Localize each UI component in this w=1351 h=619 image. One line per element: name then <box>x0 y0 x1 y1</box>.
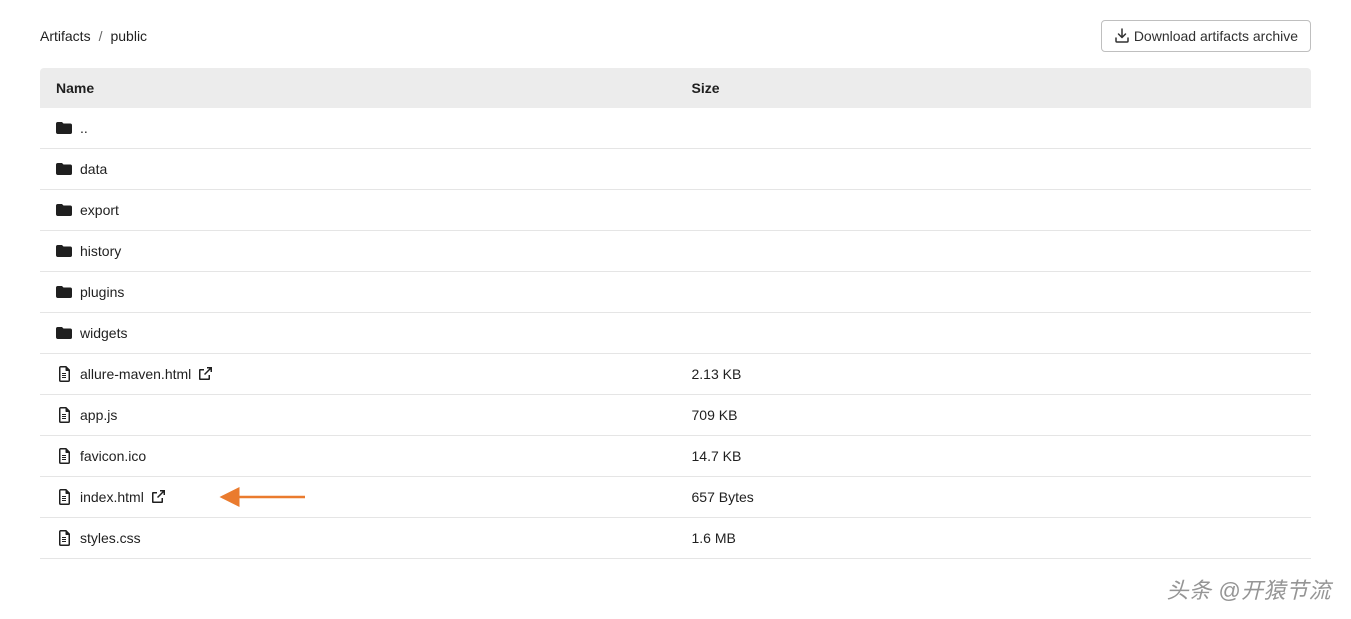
file-link[interactable]: favicon.ico <box>80 448 146 464</box>
file-icon <box>56 489 72 505</box>
file-link[interactable]: app.js <box>80 407 117 423</box>
file-size: 14.7 KB <box>676 436 1312 477</box>
download-artifacts-button[interactable]: Download artifacts archive <box>1101 20 1311 52</box>
watermark: 头条 @开猿节流 <box>1167 573 1331 605</box>
download-icon <box>1114 28 1130 44</box>
table-row: plugins <box>40 272 1311 313</box>
folder-icon <box>56 325 72 341</box>
file-link[interactable]: index.html <box>80 489 166 505</box>
column-header-size: Size <box>676 68 1312 108</box>
file-size <box>676 272 1312 313</box>
folder-link[interactable]: data <box>80 161 107 177</box>
breadcrumb-separator: / <box>99 28 103 44</box>
table-row: app.js 709 KB <box>40 395 1311 436</box>
folder-icon <box>56 202 72 218</box>
file-link[interactable]: styles.css <box>80 530 141 546</box>
table-row: history <box>40 231 1311 272</box>
external-link-icon <box>150 489 166 505</box>
file-size: 709 KB <box>676 395 1312 436</box>
external-link-icon <box>197 366 213 382</box>
breadcrumb-root-link[interactable]: Artifacts <box>40 28 91 44</box>
folder-icon <box>56 161 72 177</box>
file-size <box>676 313 1312 354</box>
file-size <box>676 190 1312 231</box>
folder-link[interactable]: .. <box>80 120 88 136</box>
file-size <box>676 149 1312 190</box>
artifacts-table: Name Size .. data export history plugins widg… <box>40 68 1311 559</box>
file-icon <box>56 448 72 464</box>
file-size <box>676 231 1312 272</box>
file-size <box>676 108 1312 149</box>
table-row: styles.css 1.6 MB <box>40 518 1311 559</box>
folder-link[interactable]: plugins <box>80 284 124 300</box>
file-icon <box>56 366 72 382</box>
file-icon <box>56 530 72 546</box>
table-row: data <box>40 149 1311 190</box>
table-row: allure-maven.html 2.13 KB <box>40 354 1311 395</box>
folder-icon <box>56 243 72 259</box>
file-link[interactable]: allure-maven.html <box>80 366 213 382</box>
table-row: widgets <box>40 313 1311 354</box>
file-size: 657 Bytes <box>676 477 1312 518</box>
file-icon <box>56 407 72 423</box>
folder-link[interactable]: export <box>80 202 119 218</box>
breadcrumb: Artifacts / public <box>40 28 147 44</box>
table-row: index.html 657 Bytes <box>40 477 1311 518</box>
file-size: 1.6 MB <box>676 518 1312 559</box>
table-row: .. <box>40 108 1311 149</box>
folder-icon <box>56 284 72 300</box>
folder-icon <box>56 120 72 136</box>
breadcrumb-current: public <box>110 28 147 44</box>
table-row: favicon.ico 14.7 KB <box>40 436 1311 477</box>
folder-link[interactable]: widgets <box>80 325 127 341</box>
download-button-label: Download artifacts archive <box>1134 28 1298 44</box>
folder-link[interactable]: history <box>80 243 121 259</box>
column-header-name: Name <box>40 68 676 108</box>
file-size: 2.13 KB <box>676 354 1312 395</box>
table-row: export <box>40 190 1311 231</box>
